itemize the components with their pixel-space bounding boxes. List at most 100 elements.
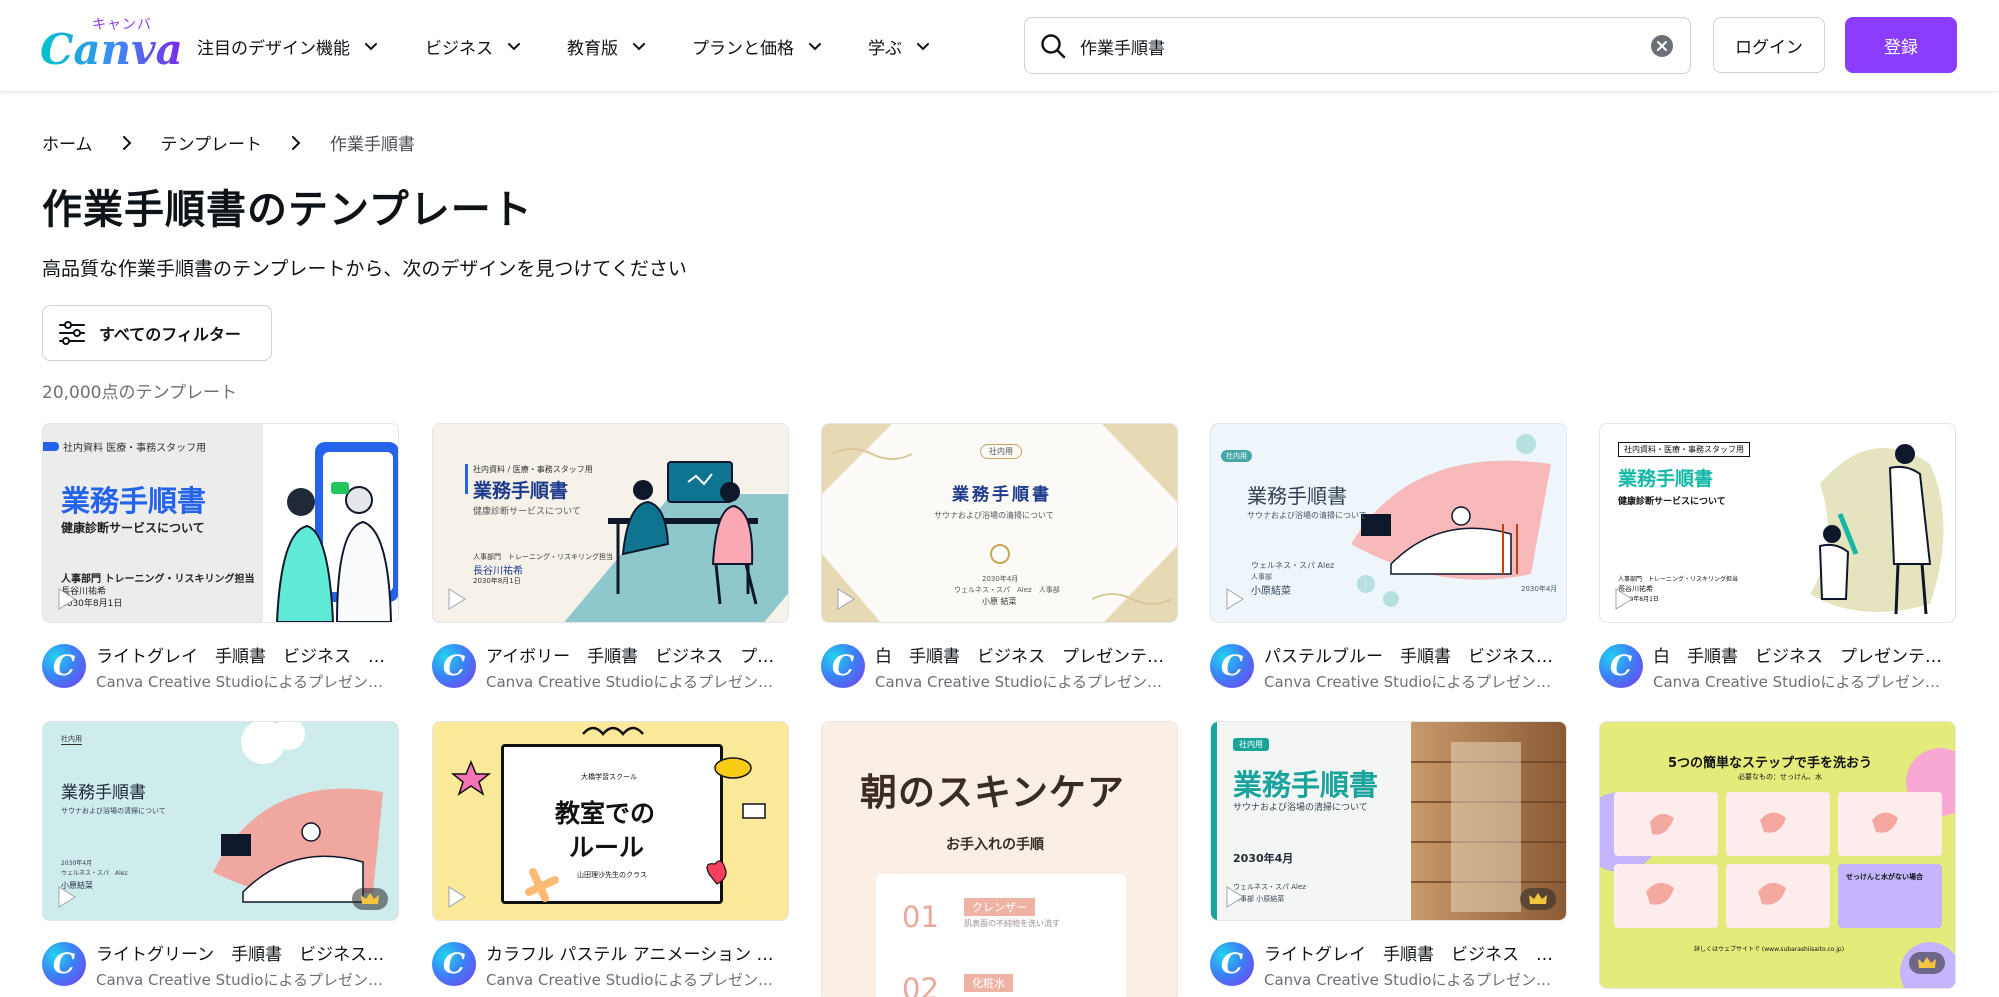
template-creator[interactable]: Canva Creative Studioによるプレゼンテーション [1653, 671, 1953, 692]
creator-avatar[interactable]: C [432, 942, 476, 986]
thumb-step-number: 02 [902, 972, 939, 997]
thumb-tag: 社内資料 医療・事務スタッフ用 [63, 443, 207, 454]
thumb-tag: 社内用 [1233, 738, 1269, 751]
template-title[interactable]: 白 手順書 ビジネス プレゼンテーション [875, 642, 1175, 667]
template-thumbnail[interactable]: 社内資料・医療・事務スタッフ用 業務手順書 健康診断サービスについて 人事部門 … [1599, 423, 1956, 623]
nav-item-education[interactable]: 教育版 [567, 28, 646, 64]
nav-label: ビジネス [425, 38, 493, 59]
thumb-footer: 人事部門 トレーニング・リスキリング担当 [61, 574, 255, 585]
creator-avatar[interactable]: C [432, 644, 476, 688]
clear-search-icon[interactable] [1651, 35, 1673, 57]
breadcrumb-home-link[interactable]: ホーム [42, 130, 93, 155]
thumb-heading: 業務手順書 [1233, 768, 1379, 802]
thumb-tag: 社内資料 / 医療・事務スタッフ用 [473, 465, 593, 474]
template-title[interactable]: 白 手順書 ビジネス プレゼンテーション [1653, 642, 1953, 667]
play-icon [53, 884, 79, 910]
creator-avatar[interactable]: C [42, 942, 86, 986]
template-creator[interactable]: Canva Creative Studioによるプレゼンテーション [96, 671, 396, 692]
nav-item-pricing[interactable]: プランと価格 [692, 28, 822, 64]
template-thumbnail[interactable]: 社内用 業務手順書 サウナおよび浴場の清掃について 2030年4月 ウェルネス・… [821, 423, 1178, 623]
thumb-step-label: 化粧水 [964, 974, 1013, 992]
play-icon [832, 586, 858, 612]
search-input[interactable] [1080, 30, 1640, 62]
thumb-heading: 5つの簡単なステップで手を洗おう [1668, 756, 1873, 771]
template-title[interactable]: ライトグリーン 手順書 ビジネス プレゼンテーション [96, 940, 396, 965]
template-creator[interactable]: Canva Creative Studioによるプレゼンテーション [96, 969, 396, 990]
nav-item-design-features[interactable]: 注目のデザイン機能 [197, 28, 378, 64]
thumb-heading: 業務手順書 [61, 484, 207, 518]
template-title[interactable]: パステルブルー 手順書 ビジネス プレゼンテーション [1264, 642, 1564, 667]
chevron-right-icon [121, 135, 133, 150]
thumb-heading: ルール [569, 833, 645, 862]
creator-avatar[interactable]: C [1210, 942, 1254, 986]
creator-avatar[interactable]: C [821, 644, 865, 688]
thumb-subheading: サウナおよび浴場の清掃について [934, 511, 1054, 520]
all-filters-button[interactable]: すべてのフィルター [42, 305, 272, 361]
chevron-right-icon [290, 135, 302, 150]
top-nav-bar: キャンバ Canva 注目のデザイン機能 ビジネス 教育版 プランと価格 学ぶ … [0, 0, 1999, 92]
crown-icon [352, 888, 388, 910]
template-creator[interactable]: Canva Creative Studioによるプレゼンテーション [486, 969, 786, 990]
thumb-heading: 業務手順書 [952, 485, 1052, 505]
canva-logo[interactable]: キャンバ Canva [40, 12, 183, 74]
thumb-footer: 長谷川祐希 [473, 566, 523, 577]
thumb-subheading: 必要なもの：せっけん、水 [1738, 773, 1822, 781]
crown-icon [1909, 952, 1945, 974]
template-title[interactable]: ライトグレイ 手順書 ビジネス プレゼンテーション [96, 642, 396, 667]
template-creator[interactable]: Canva Creative Studioによるプレゼンテーション [486, 671, 786, 692]
thumb-tag: 大橋学習スクール [581, 773, 637, 781]
thumb-step-number: 01 [902, 900, 939, 934]
template-thumbnail[interactable]: 5つの簡単なステップで手を洗おう 必要なもの：せっけん、水 せっけんと水がない場… [1599, 721, 1956, 989]
thumb-heading: 業務手順書 [1247, 484, 1347, 508]
template-thumbnail[interactable]: 社内資料 医療・事務スタッフ用 業務手順書 健康診断サービスについて 人事部門 … [42, 423, 399, 623]
creator-avatar[interactable]: C [1210, 644, 1254, 688]
template-creator[interactable]: Canva Creative Studioによるプレゼンテーション [1264, 969, 1564, 990]
chevron-down-icon [916, 39, 930, 53]
thumb-footer: 人事部 [1251, 573, 1272, 581]
search-icon[interactable] [1038, 31, 1068, 61]
template-title[interactable]: カラフル パステル アニメーション 手順書 プレゼンテーション [486, 940, 786, 965]
filter-sliders-icon [57, 318, 87, 348]
thumb-subheading: 健康診断サービスについて [473, 507, 581, 517]
nav-label: 学ぶ [868, 38, 902, 59]
nav-item-learn[interactable]: 学ぶ [868, 28, 930, 64]
thumb-footer: ウェルネス・スパ Alez [1251, 561, 1335, 570]
template-creator[interactable]: Canva Creative Studioによるプレゼンテーション [1264, 671, 1564, 692]
breadcrumb-current: 作業手順書 [330, 134, 415, 155]
breadcrumb-templates-link[interactable]: テンプレート [161, 130, 263, 155]
thumb-heading: 業務手順書 [1618, 468, 1714, 490]
signup-button[interactable]: 登録 [1845, 17, 1957, 73]
play-icon [1610, 586, 1636, 612]
login-button[interactable]: ログイン [1713, 17, 1825, 73]
template-thumbnail[interactable]: 大橋学習スクール 教室での ルール 山田理沙先生のクラス [432, 721, 789, 921]
thumb-subheading: サウナおよび浴場の清掃について [1233, 803, 1368, 813]
template-title[interactable]: ライトグレイ 手順書 ビジネス プレゼンテーション [1264, 940, 1564, 965]
play-icon [53, 586, 79, 612]
template-thumbnail[interactable]: 社内用 業務手順書 サウナおよび浴場の清掃について 2030年4月 ウェルネス・… [1210, 721, 1567, 921]
logo-wordmark: Canva [40, 25, 183, 74]
template-title[interactable]: アイボリー 手順書 ビジネス プレゼンテーション [486, 642, 786, 667]
thumb-subheading: サウナおよび浴場の清掃について [61, 807, 166, 815]
thumb-footer: 人事部門 トレーニング・リスキリング担当 [1618, 576, 1739, 583]
play-icon [1221, 884, 1247, 910]
thumb-subheading: 健康診断サービスについて [1618, 497, 1726, 507]
thumb-footer: 小原結菜 [1251, 586, 1291, 597]
pastel-green-illustration [213, 722, 383, 903]
thumb-date: 2030年4月 [1521, 585, 1558, 593]
nav-item-business[interactable]: ビジネス [425, 28, 521, 64]
chevron-down-icon [507, 39, 521, 53]
thumb-heading: 業務手順書 [473, 480, 569, 502]
template-thumbnail[interactable]: 朝のスキンケア お手入れの手順 01 クレンザー 肌表面の不純物を洗い流す 02… [821, 721, 1178, 997]
creator-avatar[interactable]: C [42, 644, 86, 688]
template-creator[interactable]: Canva Creative Studioによるプレゼンテーション [875, 671, 1175, 692]
thumb-footer: 2030年8月1日 [473, 577, 521, 585]
creator-avatar[interactable]: C [1599, 644, 1643, 688]
thumb-date: 2030年4月 [1233, 852, 1294, 865]
breadcrumb: ホーム テンプレート 作業手順書 [42, 130, 415, 155]
template-thumbnail[interactable]: 社内用 業務手順書 サウナおよび浴場の清掃について ウェルネス・スパ Alez … [1210, 423, 1567, 623]
thumb-footer: ウェルネス・スパ Alez [61, 870, 128, 877]
thumb-subheading: サウナおよび浴場の清掃について [1247, 511, 1367, 520]
template-thumbnail[interactable]: 社内用 業務手順書 サウナおよび浴場の清掃について 2030年4月 ウェルネス・… [42, 721, 399, 921]
template-thumbnail[interactable]: 社内資料 / 医療・事務スタッフ用 業務手順書 健康診断サービスについて 人事部… [432, 423, 789, 623]
chevron-down-icon [364, 39, 378, 53]
